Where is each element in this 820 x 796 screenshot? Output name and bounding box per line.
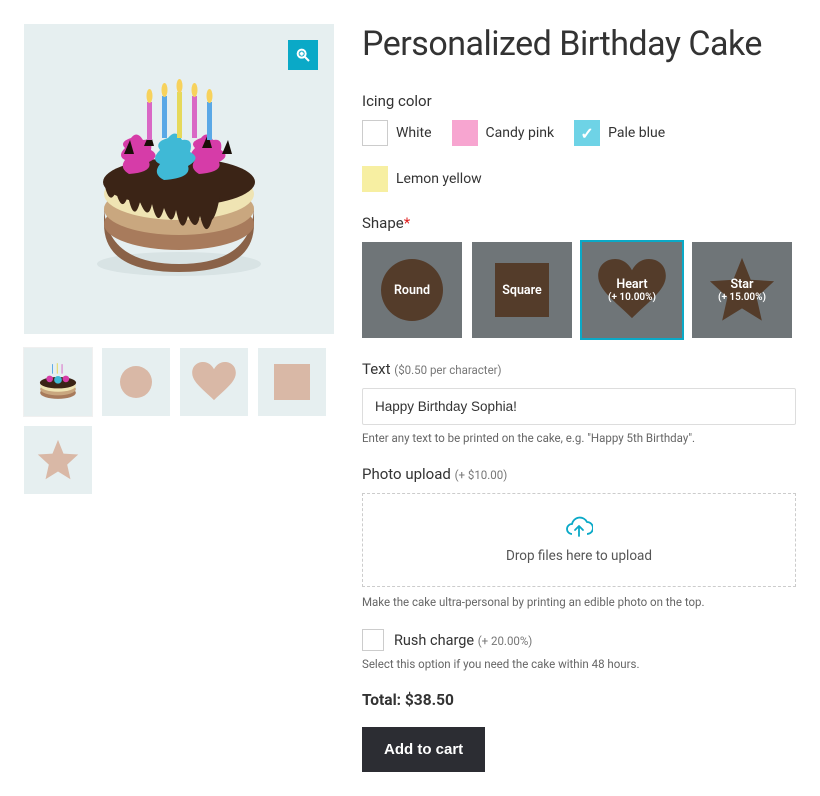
icing-swatches: White Candy pink ✓ Pale blue Lemon yello… bbox=[362, 120, 796, 192]
swatch-yellow[interactable]: Lemon yellow bbox=[362, 166, 482, 192]
swatch-blue-label: Pale blue bbox=[608, 125, 665, 141]
swatch-white-label: White bbox=[396, 125, 432, 141]
swatch-pink[interactable]: Candy pink bbox=[452, 120, 555, 146]
shape-square[interactable]: Square bbox=[472, 242, 572, 338]
product-title: Personalized Birthday Cake bbox=[362, 24, 796, 64]
shape-heart[interactable]: Heart (+ 10.00%) bbox=[582, 242, 682, 338]
swatch-yellow-label: Lemon yellow bbox=[396, 171, 482, 187]
text-helper: Enter any text to be printed on the cake… bbox=[362, 431, 796, 445]
cake-illustration bbox=[84, 74, 274, 284]
rush-checkbox[interactable] bbox=[362, 629, 384, 651]
thumbnail-row bbox=[24, 348, 334, 494]
shape-label: Shape* bbox=[362, 214, 796, 232]
thumbnail-cake[interactable] bbox=[24, 348, 92, 416]
shape-round[interactable]: Round bbox=[362, 242, 462, 338]
rush-helper: Select this option if you need the cake … bbox=[362, 657, 796, 671]
product-main-image[interactable] bbox=[24, 24, 334, 334]
icing-label: Icing color bbox=[362, 92, 796, 110]
upload-label: Photo upload (+ $10.00) bbox=[362, 465, 796, 483]
shape-options: Round Square Heart (+ 10.00%) Star (+ 15… bbox=[362, 242, 796, 338]
swatch-pink-label: Candy pink bbox=[486, 125, 555, 141]
check-icon: ✓ bbox=[580, 124, 593, 143]
cloud-upload-icon bbox=[565, 516, 593, 540]
thumbnail-round[interactable] bbox=[102, 348, 170, 416]
thumbnail-star[interactable] bbox=[24, 426, 92, 494]
total-price: Total: $38.50 bbox=[362, 691, 796, 709]
thumbnail-heart[interactable] bbox=[180, 348, 248, 416]
swatch-white[interactable]: White bbox=[362, 120, 432, 146]
thumbnail-square[interactable] bbox=[258, 348, 326, 416]
cake-text-input[interactable] bbox=[362, 388, 796, 425]
text-label: Text ($0.50 per character) bbox=[362, 360, 796, 378]
swatch-blue[interactable]: ✓ Pale blue bbox=[574, 120, 665, 146]
dropzone-text: Drop files here to upload bbox=[506, 548, 652, 564]
shape-star[interactable]: Star (+ 15.00%) bbox=[692, 242, 792, 338]
file-dropzone[interactable]: Drop files here to upload bbox=[362, 493, 796, 587]
add-to-cart-button[interactable]: Add to cart bbox=[362, 727, 485, 772]
zoom-icon[interactable] bbox=[288, 40, 318, 70]
rush-label: Rush charge (+ 20.00%) bbox=[394, 632, 532, 649]
upload-helper: Make the cake ultra-personal by printing… bbox=[362, 595, 796, 609]
